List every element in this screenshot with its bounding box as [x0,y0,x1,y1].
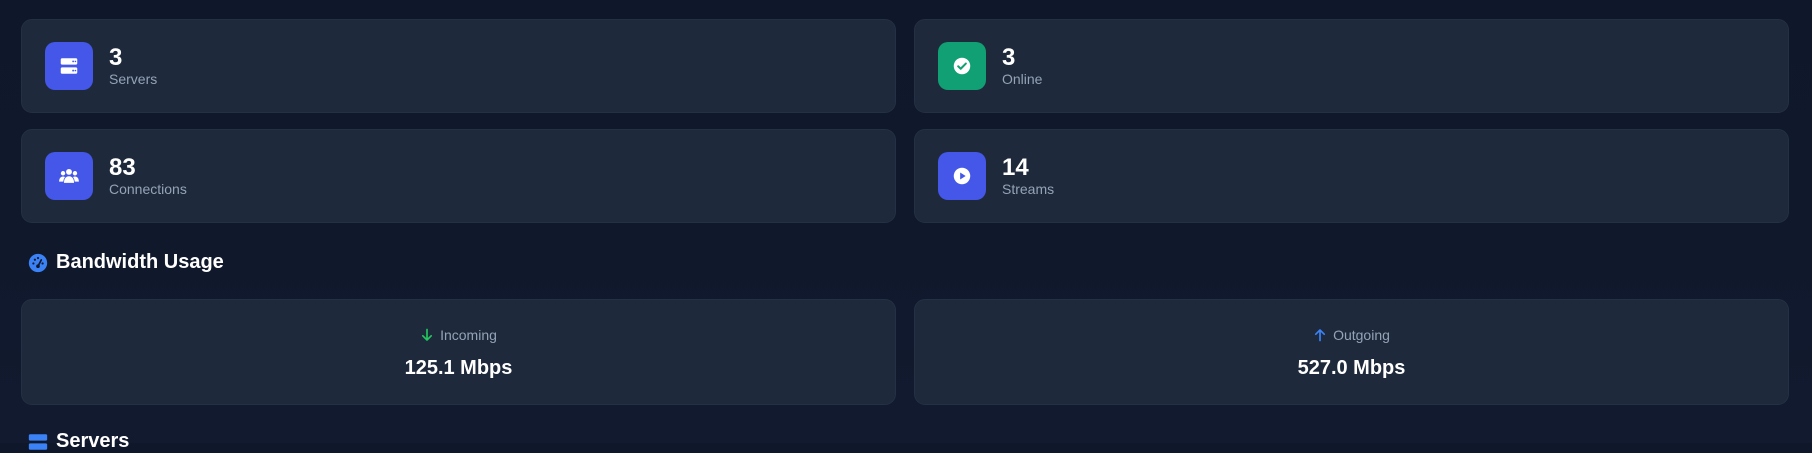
stat-card-connections: 83 Connections [21,129,896,223]
stat-label: Servers [109,70,158,87]
stat-value: 83 [109,153,136,181]
stat-value: 3 [1002,43,1016,71]
outgoing-value: 527.0 Mbps [1297,356,1406,379]
bandwidth-section-title: Bandwidth Usage [27,251,224,274]
servers-title-text: Servers [56,430,130,452]
servers-section-title: Servers [27,430,129,453]
server-icon [45,42,93,90]
check-circle-icon [938,42,986,90]
arrow-up-icon [1315,328,1326,341]
bandwidth-title-text: Bandwidth Usage [56,251,224,273]
gauge-icon [27,252,49,274]
stat-card-online: 3 Online [914,19,1789,113]
server-icon [27,431,49,453]
stat-card-streams: 14 Streams [914,129,1789,223]
stat-label: Streams [1002,180,1055,197]
stat-card-servers: 3 Servers [21,19,896,113]
stat-value: 3 [109,43,123,71]
bandwidth-grid: Incoming 125.1 Mbps Outgoing 527.0 Mbps [21,299,1789,405]
stat-value: 14 [1002,153,1029,181]
play-circle-icon [938,152,986,200]
stats-grid: 3 Servers 3 Online 83 Connections 14 Str… [21,19,1789,223]
incoming-value: 125.1 Mbps [404,356,513,379]
stat-label: Online [1002,70,1043,87]
outgoing-label: Outgoing [1333,326,1390,343]
users-icon [45,152,93,200]
bandwidth-card-outgoing: Outgoing 527.0 Mbps [914,299,1789,405]
incoming-label: Incoming [440,326,497,343]
arrow-down-icon [422,328,433,341]
stat-label: Connections [109,180,187,197]
bandwidth-card-incoming: Incoming 125.1 Mbps [21,299,896,405]
